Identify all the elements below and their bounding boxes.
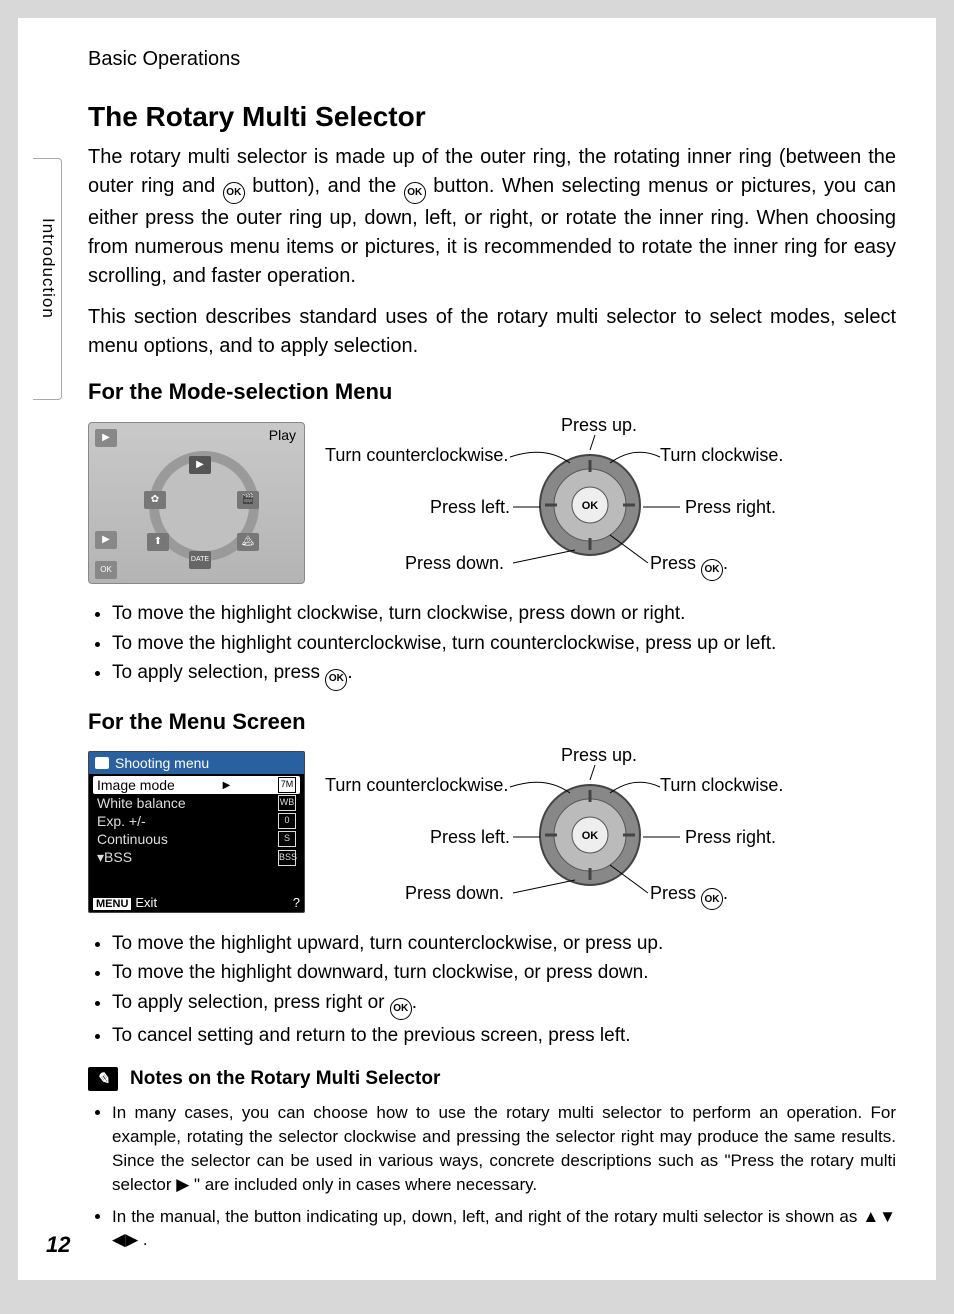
breadcrumb: Basic Operations (88, 48, 896, 71)
note-text: " are included only in cases where neces… (189, 1175, 537, 1194)
ok-icon: OK (223, 182, 245, 204)
bullet-text: To apply selection, press (112, 662, 325, 683)
upload-icon: ⬆ (147, 533, 169, 551)
menu-label: Exp. +/- (97, 813, 146, 829)
menu-item-continuous: Continuous S (93, 830, 300, 848)
play-icon: ▶ (189, 456, 211, 474)
intro-paragraph-1: The rotary multi selector is made up of … (88, 143, 896, 291)
bullet-text: To apply selection, press right or (112, 992, 390, 1013)
note-text: In the manual, the button indicating up,… (112, 1207, 862, 1226)
ok-icon: OK (325, 669, 347, 691)
shooting-menu-title: Shooting menu (115, 755, 209, 771)
left-triangle-icon: ◀ (112, 1228, 125, 1252)
ok-icon: OK (404, 182, 426, 204)
shooting-menu-screenshot: Shooting menu Image mode▶7M White balanc… (88, 751, 305, 913)
continuous-icon: S (278, 831, 296, 847)
menu-item-image-mode: Image mode▶7M (93, 776, 300, 794)
camera-icon (95, 757, 109, 769)
wb-icon: WB (278, 795, 296, 811)
menu-tag: MENU (93, 898, 131, 910)
movie-icon: 🎬 (237, 491, 259, 509)
exit-label: Exit (135, 895, 157, 910)
notes-list: In many cases, you can choose how to use… (88, 1101, 896, 1252)
exposure-icon: 0 (278, 813, 296, 829)
up-triangle-icon: ▲ (862, 1205, 879, 1229)
menu-label: White balance (97, 795, 186, 811)
scene-icon: 🏔 (237, 533, 259, 551)
right-triangle-icon: ▶ (176, 1173, 189, 1197)
notes-item: In many cases, you can choose how to use… (112, 1101, 896, 1196)
down-triangle-icon: ▼ (879, 1205, 896, 1229)
mode-selection-screenshot: Play ▶ ✿ 🎬 ⬆ 🏔 DATE ▶ ▶ OK (88, 422, 305, 584)
manual-page: Basic Operations Introduction The Rotary… (18, 18, 936, 1280)
list-item: To move the highlight clockwise, turn cl… (112, 600, 896, 628)
list-item: To apply selection, press OK. (112, 659, 896, 690)
pencil-icon: ✎ (88, 1067, 118, 1091)
intro-text: button), and the (245, 175, 404, 197)
bss-icon: BSS (278, 850, 296, 866)
list-item: To cancel setting and return to the prev… (112, 1022, 896, 1050)
ok-corner-icon: OK (95, 561, 117, 579)
side-tab-label: Introduction (38, 218, 58, 319)
menu-label: Continuous (97, 831, 168, 847)
note-text: . (138, 1230, 147, 1249)
list-item: To move the highlight downward, turn clo… (112, 959, 896, 987)
list-item: To move the highlight counterclockwise, … (112, 630, 896, 658)
date-icon: DATE (189, 551, 211, 569)
page-number: 12 (46, 1232, 70, 1258)
help-icon: ? (293, 895, 300, 910)
mode-selection-heading: For the Mode-selection Menu (88, 379, 896, 405)
menu-label: Image mode (97, 777, 175, 793)
notes-heading-row: ✎ Notes on the Rotary Multi Selector (88, 1067, 896, 1091)
leader-lines (325, 745, 845, 920)
menu-label: BSS (104, 849, 132, 865)
play-corner-icon: ▶ (95, 429, 117, 447)
menu-bullets: To move the highlight upward, turn count… (88, 930, 896, 1050)
page-title: The Rotary Multi Selector (88, 101, 896, 133)
dial-diagram: Press up. Turn counterclockwise. Turn cl… (325, 415, 845, 590)
mode-figure-row: Play ▶ ✿ 🎬 ⬆ 🏔 DATE ▶ ▶ OK Press up. Tur… (88, 415, 896, 590)
mode-play-label: Play (269, 427, 296, 443)
playback-icon: ▶ (95, 531, 117, 549)
menu-item-exposure: Exp. +/- 0 (93, 812, 300, 830)
image-mode-icon: 7M (278, 777, 296, 793)
list-item: To apply selection, press right or OK. (112, 989, 896, 1020)
intro-paragraph-2: This section describes standard uses of … (88, 303, 896, 361)
menu-figure-row: Shooting menu Image mode▶7M White balanc… (88, 745, 896, 920)
notes-heading: Notes on the Rotary Multi Selector (130, 1068, 440, 1090)
shooting-menu-footer: MENU Exit ? (93, 895, 300, 910)
menu-item-bss: ▾BSSBSS (93, 848, 300, 867)
menu-item-white-balance: White balance WB (93, 794, 300, 812)
menu-list: Image mode▶7M White balanceWB Exp. +/-0 … (89, 774, 304, 869)
mode-bullets: To move the highlight clockwise, turn cl… (88, 600, 896, 690)
leader-lines (325, 415, 845, 590)
list-item: To move the highlight upward, turn count… (112, 930, 896, 958)
flower-icon: ✿ (144, 491, 166, 509)
right-triangle-icon: ▶ (125, 1228, 138, 1252)
shooting-menu-header: Shooting menu (89, 752, 304, 774)
notes-item: In the manual, the button indicating up,… (112, 1205, 896, 1253)
menu-screen-heading: For the Menu Screen (88, 709, 896, 735)
dial-diagram: Press up. Turn counterclockwise. Turn cl… (325, 745, 845, 920)
ok-icon: OK (390, 998, 412, 1020)
